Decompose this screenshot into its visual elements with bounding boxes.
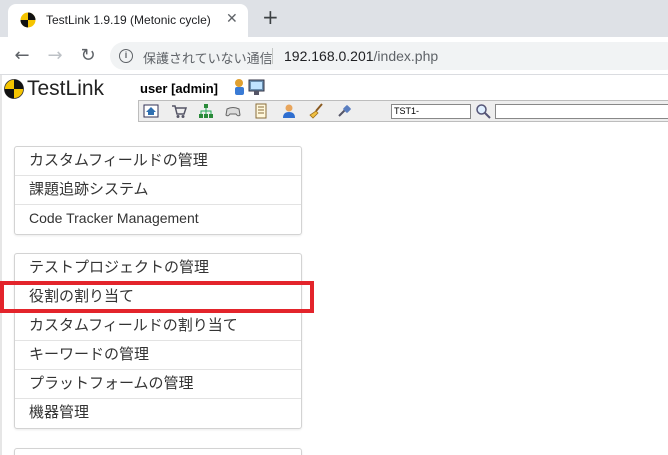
menu-item-code-tracker[interactable]: Code Tracker Management xyxy=(15,205,301,234)
controller-icon[interactable] xyxy=(225,103,241,119)
document-icon[interactable] xyxy=(253,103,269,119)
back-arrow-icon[interactable]: ← xyxy=(12,46,32,66)
project-menu-panel: テストプロジェクトの管理 役割の割り当て カスタムフィールドの割り当て キーワー… xyxy=(14,253,302,429)
security-status[interactable]: 保護されていない通信 xyxy=(143,48,273,67)
browser-tab[interactable]: TestLink 1.9.19 (Metonic cycle) ✕ xyxy=(8,4,248,37)
browser-tab-strip: TestLink 1.9.19 (Metonic cycle) ✕ + xyxy=(0,0,668,37)
system-menu-panel: カスタムフィールドの管理 課題追跡システム Code Tracker Manag… xyxy=(14,146,302,235)
home-icon[interactable] xyxy=(143,103,159,119)
testcase-id-input[interactable]: TST1- xyxy=(391,104,471,119)
menu-item-issue-tracker[interactable]: 課題追跡システム xyxy=(15,176,301,205)
testlink-favicon-icon xyxy=(20,12,36,28)
highlight-annotation xyxy=(0,281,314,313)
url-host: 192.168.0.201 xyxy=(284,48,374,64)
user-label: user [admin] xyxy=(140,81,219,96)
menu-item-equipment-management[interactable]: 機器管理 xyxy=(15,399,301,428)
forward-arrow-icon[interactable]: → xyxy=(45,46,65,66)
new-tab-button[interactable]: + xyxy=(262,7,279,27)
search-field[interactable] xyxy=(495,104,668,119)
frame-edge xyxy=(0,75,2,455)
address-divider xyxy=(272,48,273,64)
menu-item-custom-field-management[interactable]: カスタムフィールドの管理 xyxy=(15,147,301,176)
testlink-logo-icon xyxy=(4,79,24,99)
address-bar[interactable]: i 保護されていない通信 192.168.0.201/index.php xyxy=(110,42,668,70)
url-text[interactable]: 192.168.0.201/index.php xyxy=(284,48,438,64)
browser-toolbar: ← → ↻ i 保護されていない通信 192.168.0.201/index.p… xyxy=(0,37,668,75)
main-toolbar: TST1- xyxy=(138,100,668,122)
tab-title: TestLink 1.9.19 (Metonic cycle) xyxy=(46,13,211,27)
search-icon[interactable] xyxy=(475,103,491,119)
user-icon[interactable] xyxy=(281,103,297,119)
menu-item-keyword-management[interactable]: キーワードの管理 xyxy=(15,341,301,370)
close-tab-icon[interactable]: ✕ xyxy=(226,11,238,27)
logo-text: TestLink xyxy=(27,77,105,100)
plug-icon[interactable] xyxy=(336,103,352,119)
menu-item-testproject-management[interactable]: テストプロジェクトの管理 xyxy=(15,254,301,283)
cart-icon[interactable] xyxy=(171,103,187,119)
info-icon[interactable]: i xyxy=(119,49,133,63)
user-settings-icon[interactable] xyxy=(233,77,269,97)
next-menu-panel xyxy=(14,448,302,455)
reload-icon[interactable]: ↻ xyxy=(78,46,98,66)
menu-item-custom-field-assignment[interactable]: カスタムフィールドの割り当て xyxy=(15,312,301,341)
menu-item-platform-management[interactable]: プラットフォームの管理 xyxy=(15,370,301,399)
url-path: /index.php xyxy=(373,48,439,64)
page-content: TestLink user [admin] TST1- カスタムフィールドの管理… xyxy=(0,75,668,455)
sitemap-icon[interactable] xyxy=(198,103,214,119)
broom-icon[interactable] xyxy=(308,103,324,119)
